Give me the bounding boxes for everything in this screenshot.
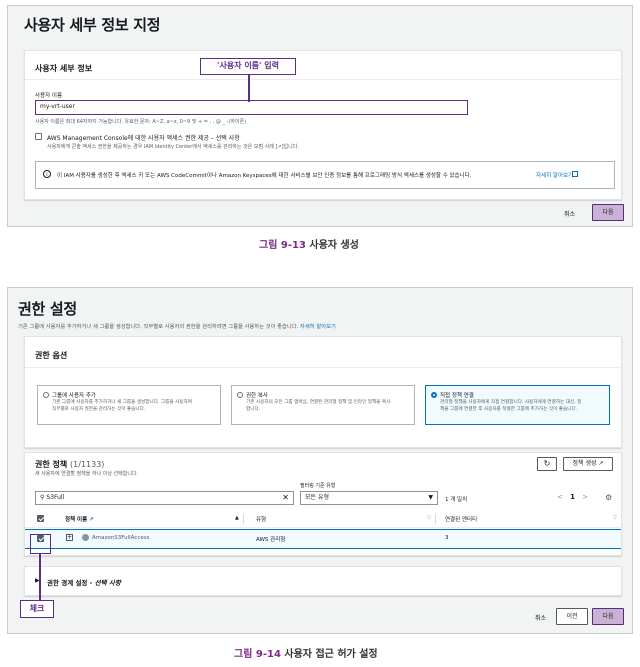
figure-caption-2: 그림 9-14 사용자 접근 허가 설정: [234, 645, 378, 660]
previous-button[interactable]: 이전: [556, 608, 588, 625]
radio-button[interactable]: [237, 392, 243, 398]
user-details-card: 사용자 세부 정보 사용자 이름 my-vrt-user 사용자 이름은 최대 …: [24, 50, 622, 200]
refresh-icon: ↻: [543, 459, 551, 468]
column-label: 정책 이름: [65, 517, 88, 523]
permissions-title: 권한 설정: [18, 300, 77, 318]
pagination: < 1 >: [557, 493, 588, 501]
caption-number: 그림 9-13: [259, 240, 306, 251]
prev-page-icon[interactable]: <: [557, 493, 563, 501]
external-link-icon: [572, 171, 578, 177]
permissions-panel: 권한 설정 기존 그룹에 사용자를 추가하거나 새 그룹을 생성합니다. 직무별…: [7, 287, 633, 634]
boundary-label-text: 권한 경계 설정 -: [47, 579, 95, 587]
section-title: 사용자 세부 정보: [35, 64, 93, 73]
info-learn-more-link[interactable]: 자세히 알아보기: [536, 171, 573, 179]
external-link-icon: ↗: [89, 517, 94, 523]
type-filter-select[interactable]: 모든 유형 ▼: [300, 491, 438, 505]
caption-text: 사용자 접근 허가 설정: [284, 649, 378, 660]
column-attached-entities[interactable]: 연결된 엔터티: [445, 515, 477, 523]
policy-entities: 3: [445, 535, 449, 541]
option-desc: 기존 그룹에 사용자를 추가하거나 새 그룹을 생성합니다. 그룹을 사용하여 …: [52, 400, 192, 412]
permissions-learn-more-link[interactable]: 자세히 알아보기: [300, 324, 336, 330]
info-icon: i: [43, 170, 51, 178]
caret-down-icon: ▼: [428, 494, 433, 501]
next-button[interactable]: 다음: [592, 204, 624, 221]
check-highlight: [30, 534, 51, 554]
option-desc: 관리형 정책을 사용자에게 직접 연결합니다. 사용자에게 연결하는 대신, 정…: [440, 400, 582, 412]
policies-count: (1/1133): [70, 460, 105, 469]
username-callout: '사용자 이름' 입력: [200, 58, 296, 75]
boundary-optional: 선택 사항: [94, 579, 121, 587]
search-icon: ⚲: [40, 494, 45, 501]
cancel-button[interactable]: 취소: [564, 209, 575, 218]
page-number[interactable]: 1: [570, 493, 575, 501]
option-title: 직접 정책 연결: [440, 393, 474, 399]
console-access-label: AWS Management Console에 대한 사용자 액세스 권한 제공…: [47, 135, 240, 142]
radio-button-selected[interactable]: [431, 392, 437, 398]
permissions-boundary-card[interactable]: ▶ 권한 경계 설정 - 선택 사항: [24, 566, 622, 596]
figure-caption-1: 그림 9-13 사용자 생성: [259, 236, 359, 251]
console-access-desc: 사용자에게 콘솔 액세스 권한을 제공하는 경우 IAM Identity Ce…: [47, 144, 299, 150]
option-attach-policies[interactable]: 직접 정책 연결 관리형 정책을 사용자에게 직접 연결합니다. 사용자에게 연…: [425, 385, 610, 425]
option-add-to-group[interactable]: 그룹에 사용자 추가 기존 그룹에 사용자를 추가하거나 새 그룹을 생성합니다…: [37, 385, 221, 425]
policy-name[interactable]: AmazonS3FullAccess: [92, 535, 149, 541]
table-row[interactable]: + AmazonS3FullAccess AWS 관리형 3: [25, 529, 621, 549]
permission-policies-card: 권한 정책 (1/1133) 새 사용자에 연결할 정책을 하나 이상 선택합니…: [24, 452, 622, 556]
policies-title: 권한 정책 (1/1133): [35, 459, 104, 470]
option-desc: 기존 사용자의 모든 그룹 멤버십, 연결된 관리형 정책 및 인라인 정책을 …: [246, 400, 391, 412]
options-title: 권한 옵션: [35, 351, 68, 360]
table-header: 정책 이름 ↗ ▲ 유형 ▽ 연결된 엔터티 ▽: [25, 511, 621, 528]
filter-label: 필터링 기준 유형: [300, 483, 336, 489]
filter-value: 모든 유형: [305, 494, 329, 501]
clear-icon[interactable]: ✕: [282, 492, 289, 504]
user-details-panel: 사용자 세부 정보 지정 사용자 세부 정보 사용자 이름 my-vrt-use…: [7, 5, 633, 227]
policies-title-text: 권한 정책: [35, 460, 68, 469]
username-hint: 사용자 이름은 최대 64자까지 가능합니다. 유효한 문자: A~Z, a~z…: [35, 119, 247, 125]
callout-line: [39, 554, 41, 600]
create-policy-label: 정책 생성: [572, 460, 597, 467]
caption-number: 그림 9-14: [234, 649, 281, 660]
refresh-button[interactable]: ↻: [537, 457, 557, 471]
column-divider: [435, 514, 436, 524]
option-title: 권한 복사: [246, 393, 268, 399]
page-title: 사용자 세부 정보 지정: [24, 16, 161, 34]
username-input[interactable]: my-vrt-user: [35, 100, 468, 115]
sort-icon[interactable]: ▽: [427, 515, 431, 521]
boundary-label: 권한 경계 설정 - 선택 사항: [47, 577, 121, 587]
external-link-icon: ↗: [598, 460, 604, 467]
policy-search-input[interactable]: ⚲ S3Full ✕: [35, 491, 294, 505]
callout-line: [248, 75, 250, 102]
column-policy-name[interactable]: 정책 이름 ↗: [65, 515, 94, 523]
permissions-desc: 기존 그룹에 사용자를 추가하거나 새 그룹을 생성합니다. 직무별로 사용자의…: [18, 322, 336, 330]
policy-type: AWS 관리형: [256, 537, 286, 543]
divider: [25, 367, 621, 368]
settings-gear-icon[interactable]: ⚙: [605, 493, 612, 502]
caption-text: 사용자 생성: [309, 240, 359, 251]
column-divider: [243, 514, 244, 524]
select-all-checkbox[interactable]: [37, 515, 44, 522]
sort-asc-icon[interactable]: ▲: [235, 515, 239, 521]
option-title: 그룹에 사용자 추가: [52, 393, 96, 399]
check-callout: 체크: [20, 600, 54, 618]
username-label: 사용자 이름: [35, 93, 63, 99]
policies-desc: 새 사용자에 연결할 정책을 하나 이상 선택합니다.: [35, 471, 139, 477]
search-value: S3Full: [46, 494, 65, 501]
option-copy-permissions[interactable]: 권한 복사 기존 사용자의 모든 그룹 멤버십, 연결된 관리형 정책 및 인라…: [231, 385, 415, 425]
info-text: 이 IAM 사용자를 생성한 후 액세스 키 또는 AWS CodeCommit…: [57, 173, 472, 179]
sort-icon[interactable]: ▽: [613, 515, 617, 521]
aws-managed-icon: [82, 534, 89, 541]
console-access-checkbox[interactable]: [35, 133, 42, 140]
permission-options-card: 권한 옵션 그룹에 사용자 추가 기존 그룹에 사용자를 추가하거나 새 그룹을…: [24, 336, 622, 448]
cancel-button[interactable]: 취소: [535, 613, 546, 622]
create-policy-button[interactable]: 정책 생성 ↗: [563, 457, 613, 471]
column-type[interactable]: 유형: [256, 515, 266, 523]
match-count: 1 개 일치: [445, 497, 468, 503]
divider: [25, 79, 621, 80]
expand-icon[interactable]: +: [66, 534, 73, 541]
next-page-icon[interactable]: >: [582, 493, 588, 501]
permissions-desc-text: 기존 그룹에 사용자를 추가하거나 새 그룹을 생성합니다. 직무별로 사용자의…: [18, 324, 299, 330]
info-alert: i 이 IAM 사용자를 생성한 후 액세스 키 또는 AWS CodeComm…: [35, 161, 615, 189]
next-button[interactable]: 다음: [592, 608, 624, 625]
radio-button[interactable]: [43, 392, 49, 398]
